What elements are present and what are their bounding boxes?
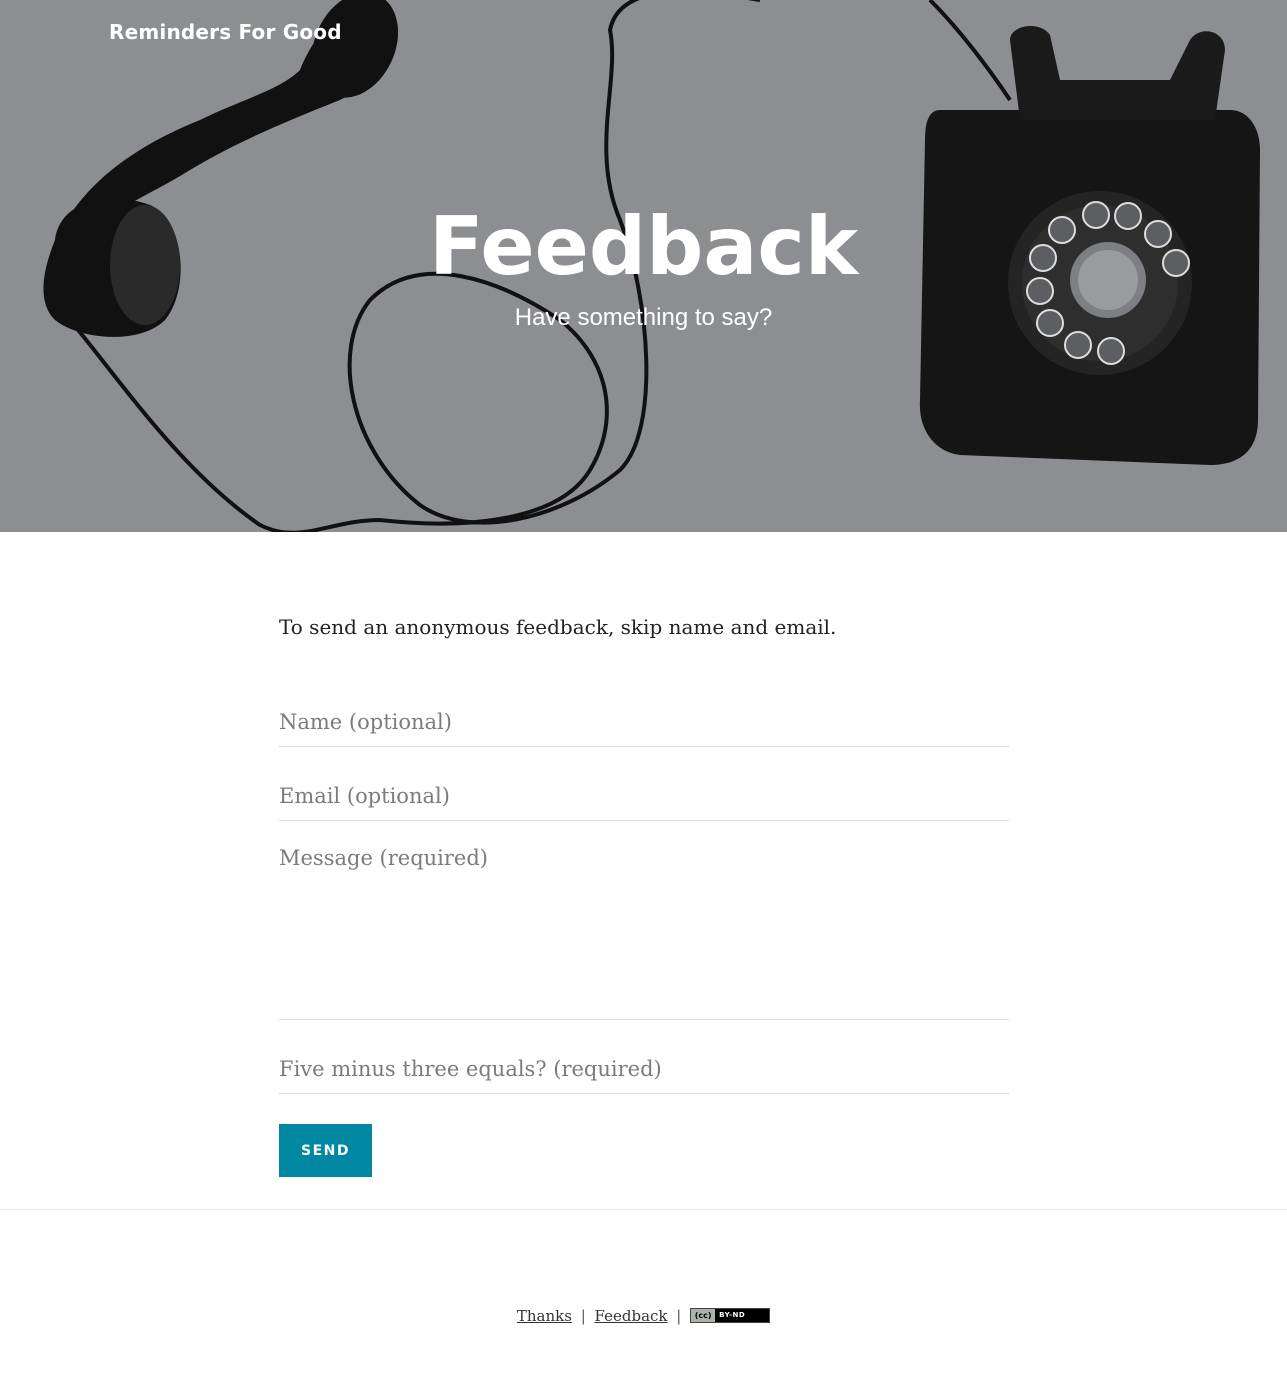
message-field[interactable]	[279, 844, 1009, 1020]
site-brand-link[interactable]: Reminders For Good	[109, 20, 342, 44]
cc-license-badge[interactable]: (cc) BY-ND	[690, 1307, 771, 1323]
cc-icon: (cc)	[691, 1308, 716, 1322]
footer-separator: |	[580, 1307, 586, 1325]
hero-banner: Reminders For Good Feedback Have somethi…	[0, 0, 1287, 532]
form-intro-text: To send an anonymous feedback, skip name…	[279, 615, 837, 639]
footer-separator: |	[676, 1307, 682, 1325]
send-button[interactable]: SEND	[279, 1124, 372, 1177]
captcha-field[interactable]	[279, 1045, 1009, 1094]
email-field[interactable]	[279, 772, 1009, 821]
page-title: Feedback	[428, 200, 859, 293]
name-field[interactable]	[279, 698, 1009, 747]
page-footer: Thanks | Feedback | (cc) BY-ND	[0, 1307, 1287, 1325]
feedback-link[interactable]: Feedback	[595, 1307, 668, 1325]
page-subtitle: Have something to say?	[514, 304, 773, 331]
thanks-link[interactable]: Thanks	[517, 1307, 572, 1325]
footer-divider	[0, 1209, 1287, 1210]
cc-license-label: BY-ND	[719, 1310, 746, 1319]
